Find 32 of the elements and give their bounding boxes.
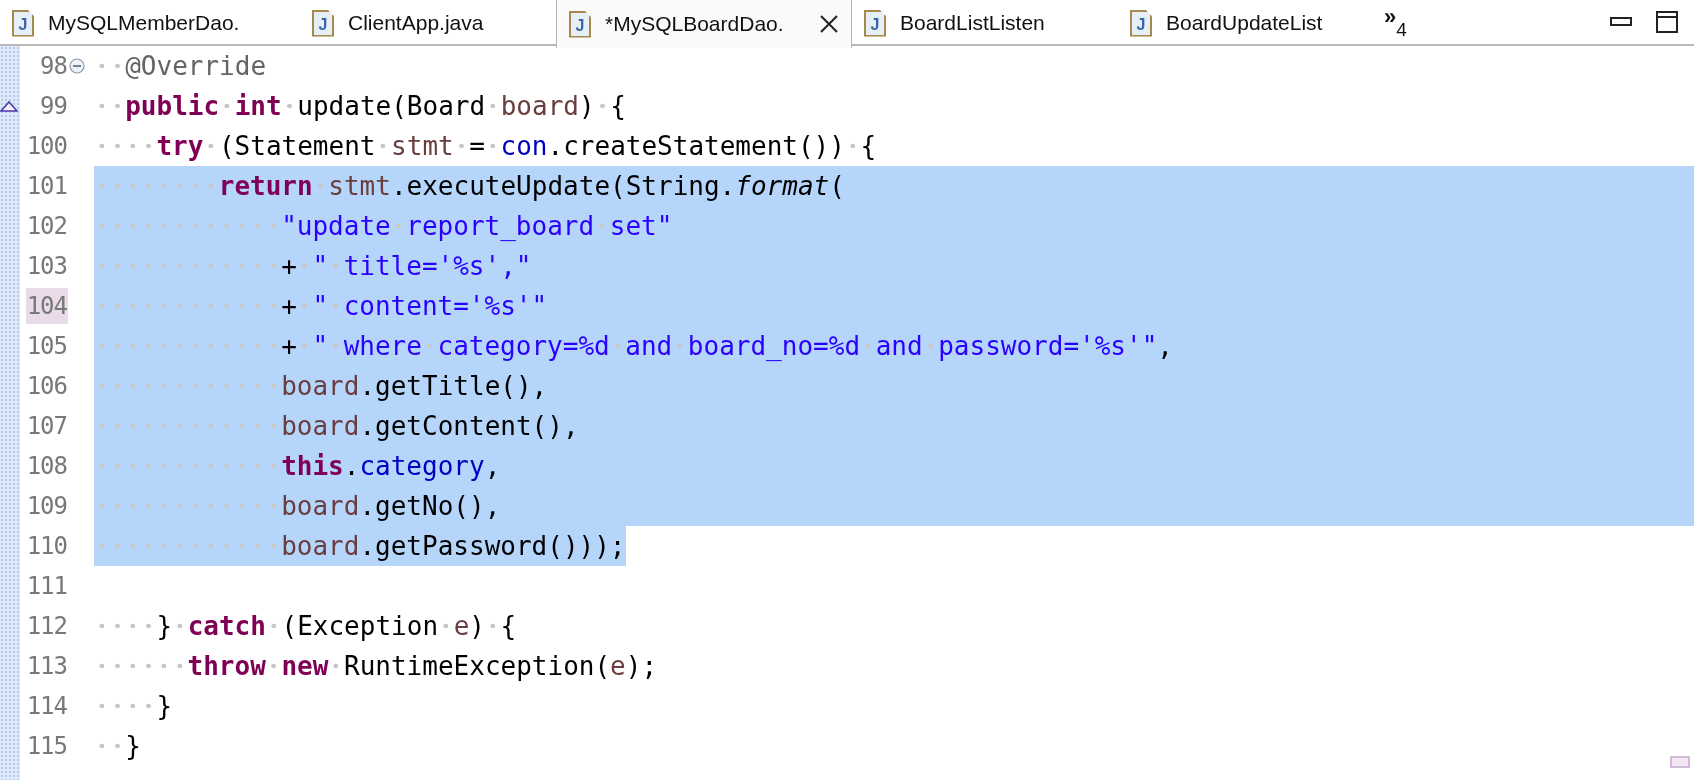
editor-tab[interactable]: J MySQLMemberDao. — [0, 0, 300, 46]
minimize-icon[interactable] — [1610, 17, 1632, 27]
line-number: 99 — [39, 91, 68, 122]
java-file-icon: J — [864, 9, 886, 37]
line-number: 115 — [25, 731, 68, 762]
java-file-icon: J — [1130, 9, 1152, 37]
editor-tab[interactable]: J BoardUpdateList — [1118, 0, 1378, 46]
line-number: 103 — [25, 251, 68, 282]
line-number: 114 — [25, 691, 68, 722]
close-icon[interactable] — [819, 14, 839, 34]
java-file-icon: J — [12, 9, 34, 37]
line-number: 113 — [25, 651, 68, 682]
line-number: 98 — [39, 51, 68, 82]
line-number: 108 — [25, 451, 68, 482]
line-number: 100 — [25, 131, 68, 162]
line-number: 111 — [25, 571, 68, 602]
java-file-icon: J — [569, 10, 591, 38]
line-number: 104 — [25, 288, 68, 324]
line-number: 110 — [25, 531, 68, 562]
line-number: 107 — [25, 411, 68, 442]
line-number: 106 — [25, 371, 68, 402]
java-file-icon: J — [312, 9, 334, 37]
editor-tab[interactable]: J BoardListListen — [852, 0, 1118, 46]
editor-tab[interactable]: J *MySQLBoardDao. — [556, 0, 852, 48]
line-number: 101 — [25, 171, 68, 202]
line-number: 109 — [25, 491, 68, 522]
line-number: 105 — [25, 331, 68, 362]
collapse-icon[interactable] — [69, 58, 85, 74]
maximize-icon[interactable] — [1656, 11, 1678, 33]
line-number: 112 — [25, 611, 68, 642]
line-number: 102 — [25, 211, 68, 242]
editor-tab[interactable]: J ClientApp.java — [300, 0, 556, 46]
